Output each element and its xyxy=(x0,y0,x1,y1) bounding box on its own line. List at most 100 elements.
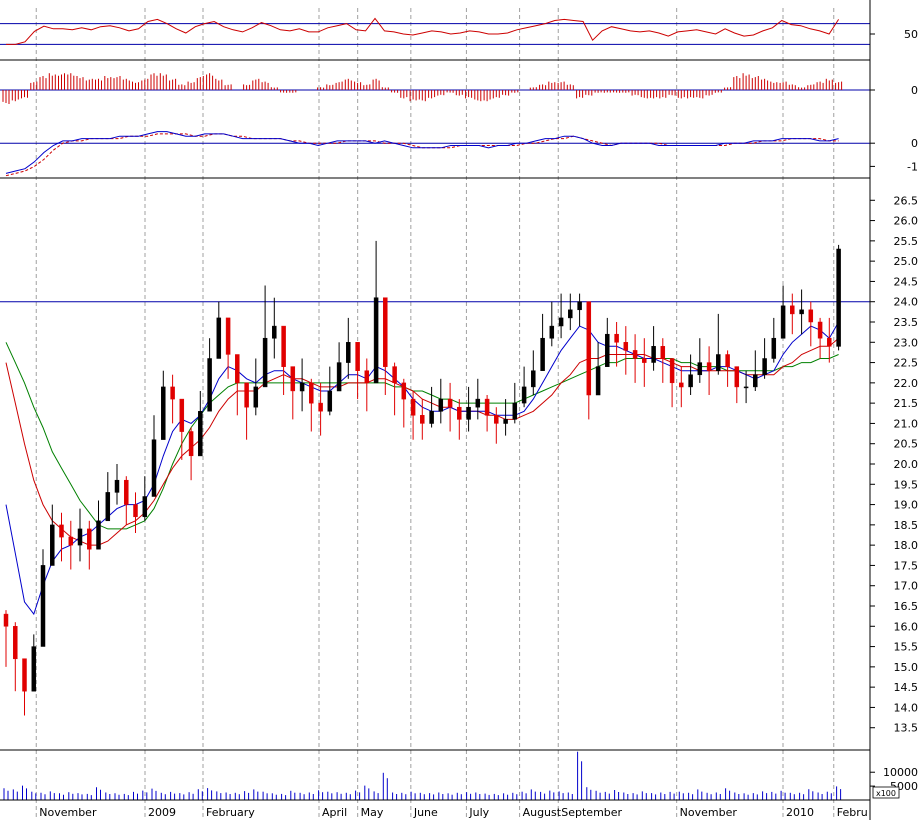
macd-line xyxy=(5,131,839,174)
price-tick-label: 23.5 xyxy=(894,316,919,329)
month-labels: November 2009 February April May June July Augu… xyxy=(39,806,867,819)
price-tick-label: 14.0 xyxy=(894,701,919,714)
price-tick-label: 16.5 xyxy=(894,600,919,613)
candle-body xyxy=(799,309,804,315)
candle-body xyxy=(595,366,601,396)
rsi-line xyxy=(6,17,840,45)
month-label: February xyxy=(206,806,255,819)
candle-body xyxy=(623,342,629,351)
price-tick-label: 23.0 xyxy=(894,336,919,349)
candle-body xyxy=(318,402,323,412)
candle-body xyxy=(762,358,767,375)
candle-body xyxy=(420,415,425,424)
candle-body xyxy=(716,354,721,371)
candle-body xyxy=(207,358,212,412)
candle-body xyxy=(827,337,832,347)
price-tick-label: 22.5 xyxy=(894,357,919,370)
candle-body xyxy=(22,658,27,692)
candle-body xyxy=(512,402,518,420)
month-label: May xyxy=(361,806,384,819)
candle-body xyxy=(697,362,703,376)
candle-body xyxy=(484,398,490,416)
candle-body xyxy=(142,496,148,518)
candle-body xyxy=(40,565,46,647)
volume-tick-label: 10000 xyxy=(883,766,918,779)
stock-chart: 50 0 0 -1 13.5 14.0 14.5 15.0 15.5 16.0 16.5 17.… xyxy=(0,0,919,820)
candle-body xyxy=(355,342,360,371)
candle-body xyxy=(281,325,286,367)
candle-body xyxy=(771,337,777,359)
price-tick-label: 24.5 xyxy=(894,275,919,288)
price-tick-label: 14.5 xyxy=(894,681,919,694)
candle-body xyxy=(68,536,74,546)
price-tick-label: 18.5 xyxy=(894,519,919,532)
month-label: August xyxy=(523,806,562,819)
month-label: November xyxy=(680,806,738,819)
candle-body xyxy=(438,398,444,412)
candle-body xyxy=(540,337,545,371)
price-tick-label: 26.0 xyxy=(894,215,919,228)
candle-body xyxy=(688,374,693,388)
candle-body xyxy=(161,386,166,440)
candle-body xyxy=(447,398,453,408)
candle-body xyxy=(346,342,351,363)
candle-body xyxy=(558,317,564,327)
month-label: 2009 xyxy=(148,806,176,819)
month-label: November xyxy=(39,806,97,819)
candle-body xyxy=(383,297,388,367)
candle-body xyxy=(521,386,527,404)
candle-body xyxy=(790,305,795,315)
candle-body xyxy=(466,406,471,420)
price-tick-label: 25.0 xyxy=(894,255,919,268)
month-label: Febru xyxy=(837,806,868,819)
candle-body xyxy=(179,398,185,432)
candle-body xyxy=(401,382,407,400)
candle-body xyxy=(198,411,203,457)
candle-body xyxy=(262,337,268,388)
candle-body xyxy=(494,415,499,424)
candle-body xyxy=(503,419,508,424)
rsi-panel: 50 xyxy=(0,17,918,45)
rsi-tick-label: 50 xyxy=(904,28,918,41)
candle-body xyxy=(336,362,342,392)
candle-body xyxy=(87,528,92,550)
candle-body xyxy=(114,479,120,493)
macd-signal-line xyxy=(5,133,839,177)
candle-body xyxy=(364,370,370,384)
candle-body xyxy=(96,520,101,550)
month-label: July xyxy=(468,806,489,819)
macd-tick-label: -1 xyxy=(907,160,918,173)
candle-body xyxy=(327,390,333,412)
candle-body xyxy=(13,626,18,660)
candle-body xyxy=(429,411,434,424)
candle-body xyxy=(457,406,462,420)
candle-body xyxy=(642,358,647,363)
price-tick-label: 19.0 xyxy=(894,499,919,512)
price-tick-label: 20.5 xyxy=(894,438,919,451)
candle-body xyxy=(272,325,277,339)
candle-body xyxy=(605,333,610,367)
axis-layer xyxy=(0,0,871,820)
candle-body xyxy=(105,492,111,522)
candle-body xyxy=(753,374,758,388)
month-label: 2010 xyxy=(786,806,814,819)
candle-body xyxy=(77,528,83,546)
price-tick-label: 25.5 xyxy=(894,235,919,248)
candle-body xyxy=(31,646,37,692)
candle-body xyxy=(836,248,841,347)
price-tick-label: 17.5 xyxy=(894,559,919,572)
price-tick-label: 22.0 xyxy=(894,377,919,390)
candle-body xyxy=(586,301,592,396)
candle-body xyxy=(549,325,555,339)
volume-panel: 100005000x100 xyxy=(3,751,918,800)
candle-body xyxy=(568,309,573,319)
macd-tick-label: 0 xyxy=(911,137,918,150)
price-tick-label: 21.5 xyxy=(894,397,919,410)
candle-body xyxy=(124,479,129,505)
candle-body xyxy=(475,398,481,408)
macd-panel: 0 -1 xyxy=(0,131,918,177)
candle-body xyxy=(632,350,638,359)
month-label: April xyxy=(322,806,347,819)
price-tick-label: 15.5 xyxy=(894,641,919,654)
candle-body xyxy=(170,386,175,400)
